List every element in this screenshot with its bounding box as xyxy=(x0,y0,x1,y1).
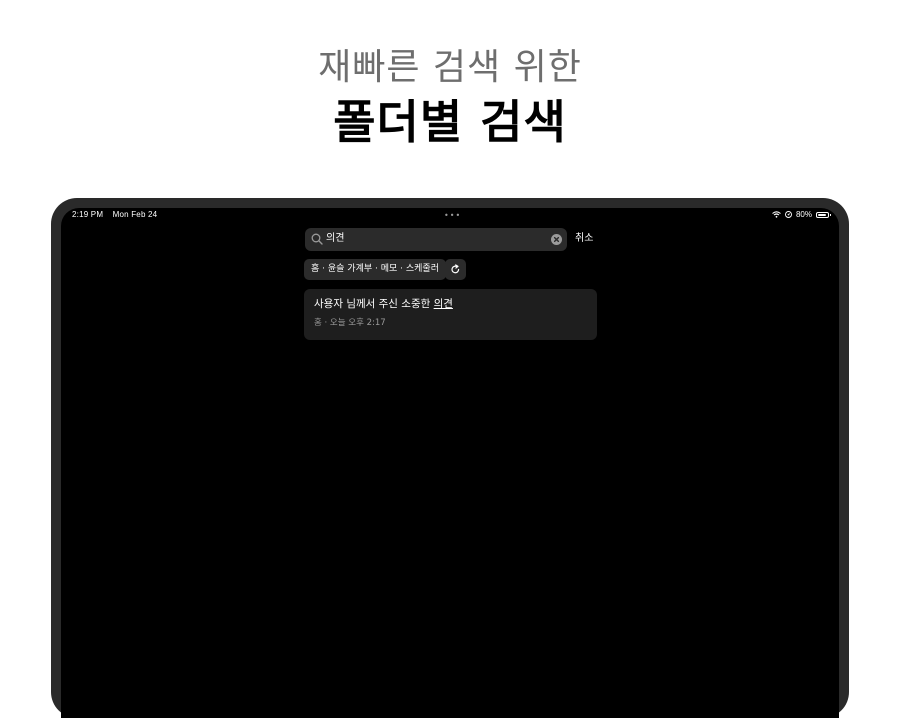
search-icon xyxy=(311,233,323,245)
app-screen: 2:19 PM Mon Feb 24 ••• 80% 의견 취소 홈 · 윤슬 … xyxy=(61,208,839,718)
battery-icon xyxy=(816,211,831,218)
multitasking-dots-icon[interactable]: ••• xyxy=(444,212,461,220)
result-title-match: 의견 xyxy=(433,298,453,310)
tablet-frame: 2:19 PM Mon Feb 24 ••• 80% 의견 취소 홈 · 윤슬 … xyxy=(51,198,849,718)
folder-filter-chip[interactable]: 홈 · 윤슬 가계부 · 메모 · 스케줄러 xyxy=(304,259,446,280)
status-bar-left: 2:19 PM Mon Feb 24 xyxy=(72,210,157,219)
result-title-text: 사용자 님께서 주신 소중한 xyxy=(314,298,434,310)
status-time: 2:19 PM xyxy=(72,210,104,219)
result-title: 사용자 님께서 주신 소중한 의견 xyxy=(314,297,453,312)
status-bar-right: 80% xyxy=(772,210,831,219)
search-result-item[interactable]: 사용자 님께서 주신 소중한 의견 홈 · 오늘 오후 2:17 xyxy=(304,289,597,340)
promo-title: 폴더별 검색 xyxy=(333,95,567,149)
wifi-icon xyxy=(772,211,781,218)
promo-headline: 재빠른 검색 위한 xyxy=(318,47,582,88)
status-date: Mon Feb 24 xyxy=(112,210,158,219)
result-meta: 홈 · 오늘 오후 2:17 xyxy=(314,318,386,328)
cancel-button[interactable]: 취소 xyxy=(575,232,593,246)
refresh-button[interactable] xyxy=(445,259,466,280)
clear-icon[interactable] xyxy=(551,234,562,245)
search-field[interactable]: 의견 xyxy=(305,228,567,251)
search-query[interactable]: 의견 xyxy=(326,232,344,246)
refresh-icon xyxy=(451,264,460,274)
location-icon xyxy=(785,211,792,218)
battery-percentage: 80% xyxy=(795,210,812,219)
